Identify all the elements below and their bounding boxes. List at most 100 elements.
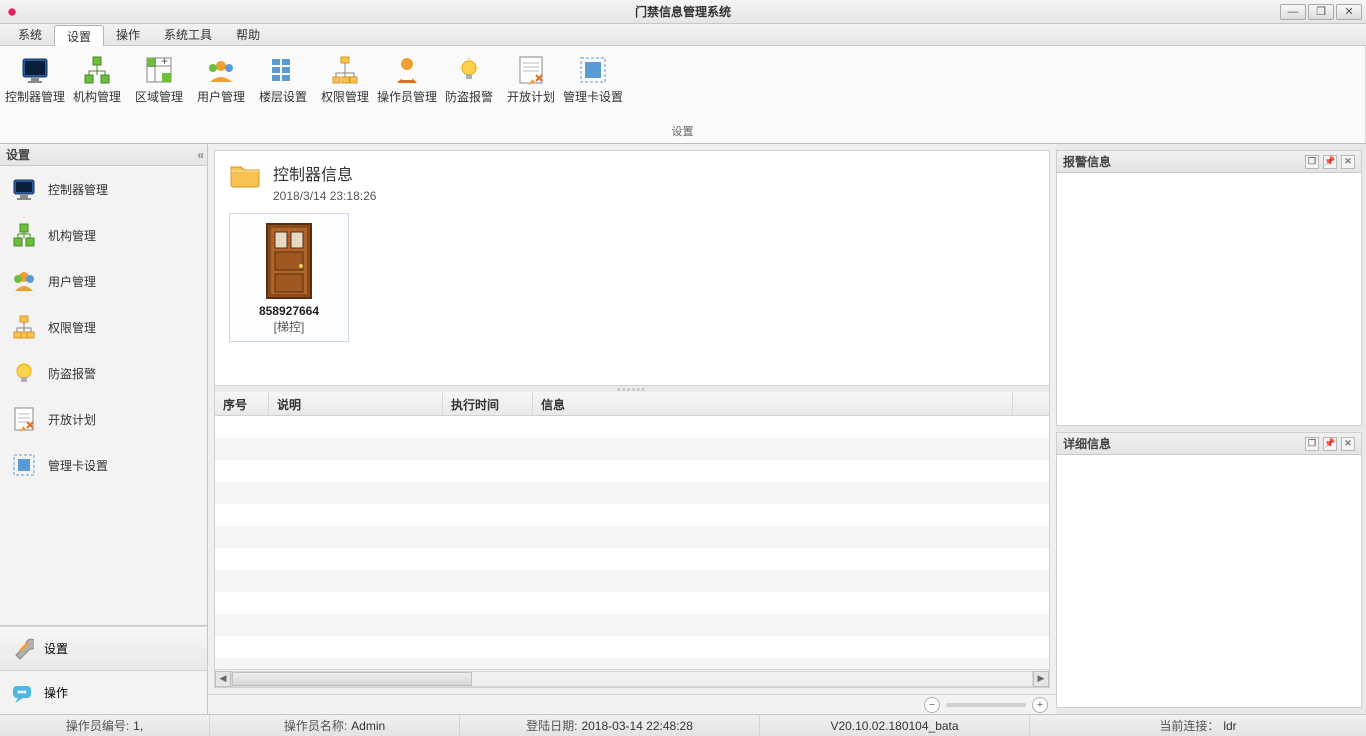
window-title: 门禁信息管理系统 (635, 3, 731, 20)
orgchart-icon (329, 54, 361, 86)
maximize-button[interactable]: ❐ (1308, 4, 1334, 20)
sidebar-item-机构管理[interactable]: 机构管理 (0, 212, 207, 258)
ribbon-权限管理[interactable]: 权限管理 (314, 48, 376, 119)
connection-label: 当前连接： (1159, 717, 1219, 734)
ribbon-group-title: 设置 (0, 121, 1365, 143)
horizontal-scrollbar[interactable]: ◀ ▶ (215, 669, 1049, 687)
minimize-button[interactable]: — (1280, 4, 1306, 20)
ribbon-机构管理[interactable]: 机构管理 (66, 48, 128, 119)
device-id: 858927664 (259, 304, 319, 318)
alarm-panel-title: 报警信息 (1063, 153, 1111, 170)
wrench-icon (10, 637, 34, 661)
ribbon-用户管理[interactable]: 用户管理 (190, 48, 252, 119)
menu-系统[interactable]: 系统 (6, 24, 54, 45)
log-col-说明[interactable]: 说明 (269, 392, 443, 415)
sidebar-item-管理卡设置[interactable]: 管理卡设置 (0, 442, 207, 488)
close-button[interactable]: ✕ (1336, 4, 1362, 20)
device-type: [梯控] (274, 318, 305, 335)
sidebar: 设置 « 控制器管理机构管理用户管理权限管理防盗报警开放计划管理卡设置 设置操作 (0, 144, 208, 714)
menu-设置[interactable]: 设置 (54, 25, 104, 46)
sidebar-navlist: 控制器管理机构管理用户管理权限管理防盗报警开放计划管理卡设置 (0, 166, 207, 625)
menu-操作[interactable]: 操作 (104, 24, 152, 45)
users-icon (10, 267, 38, 295)
titlebar: 门禁信息管理系统 — ❐ ✕ (0, 0, 1366, 24)
scroll-left-button[interactable]: ◀ (215, 671, 231, 687)
users-icon (205, 54, 237, 86)
panel-close-button[interactable]: ✕ (1341, 437, 1355, 451)
sidebar-tab-设置[interactable]: 设置 (0, 626, 207, 670)
zoom-in-button[interactable]: + (1032, 697, 1048, 713)
ribbon-管理卡设置[interactable]: 管理卡设置 (562, 48, 624, 119)
ribbon-区域管理[interactable]: +区域管理 (128, 48, 190, 119)
tree-green-icon (81, 54, 113, 86)
zoom-out-button[interactable]: − (924, 697, 940, 713)
operator-icon (391, 54, 423, 86)
operator-name-label: 操作员名称: (284, 717, 347, 734)
alarm-panel-body (1057, 173, 1361, 425)
panel-window-button[interactable]: ❐ (1305, 155, 1319, 169)
content-title: 控制器信息 (273, 161, 376, 185)
log-col-执行时间[interactable]: 执行时间 (443, 392, 533, 415)
operator-id-label: 操作员编号: (66, 717, 129, 734)
sidebar-item-防盗报警[interactable]: 防盗报警 (0, 350, 207, 396)
sidebar-item-权限管理[interactable]: 权限管理 (0, 304, 207, 350)
connection-value: ldr (1223, 719, 1236, 733)
door-icon (261, 222, 317, 300)
ribbon-楼层设置[interactable]: 楼层设置 (252, 48, 314, 119)
card-icon (577, 54, 609, 86)
tree-green-icon (10, 221, 38, 249)
device-item[interactable]: 858927664 [梯控] (229, 213, 349, 342)
statusbar: 操作员编号: 1, 操作员名称: Admin 登陆日期: 2018-03-14 … (0, 714, 1366, 736)
alarm-panel: 报警信息 ❐ 📌 ✕ (1056, 150, 1362, 426)
controller-info-panel: 控制器信息 2018/3/14 23:18:26 858927664 [梯控] (215, 151, 1049, 386)
scroll-thumb[interactable] (232, 672, 472, 686)
ribbon-控制器管理[interactable]: 控制器管理 (4, 48, 66, 119)
panel-window-button[interactable]: ❐ (1305, 437, 1319, 451)
sidebar-item-控制器管理[interactable]: 控制器管理 (0, 166, 207, 212)
panel-close-button[interactable]: ✕ (1341, 155, 1355, 169)
area-icon: + (143, 54, 175, 86)
bulb-icon (10, 359, 38, 387)
content-timestamp: 2018/3/14 23:18:26 (273, 189, 376, 203)
zoom-slider[interactable] (946, 703, 1026, 707)
log-col-信息[interactable]: 信息 (533, 392, 1013, 415)
sidebar-item-用户管理[interactable]: 用户管理 (0, 258, 207, 304)
log-col-序号[interactable]: 序号 (215, 392, 269, 415)
ribbon-操作员管理[interactable]: 操作员管理 (376, 48, 438, 119)
login-date-value: 2018-03-14 22:48:28 (581, 719, 692, 733)
version-value: V20.10.02.180104_bata (830, 719, 958, 733)
bulb-icon (453, 54, 485, 86)
log-body[interactable] (215, 416, 1049, 669)
plan-icon (515, 54, 547, 86)
ribbon: 控制器管理机构管理+区域管理用户管理楼层设置权限管理操作员管理防盗报警开放计划管… (0, 46, 1366, 144)
monitor-icon (19, 54, 51, 86)
sidebar-header: 设置 « (0, 144, 207, 166)
ribbon-开放计划[interactable]: 开放计划 (500, 48, 562, 119)
menubar: 系统设置操作系统工具帮助 (0, 24, 1366, 46)
ribbon-防盗报警[interactable]: 防盗报警 (438, 48, 500, 119)
menu-系统工具[interactable]: 系统工具 (152, 24, 224, 45)
zoom-bar: − + (208, 694, 1056, 714)
detail-panel: 详细信息 ❐ 📌 ✕ (1056, 432, 1362, 708)
panel-pin-button[interactable]: 📌 (1323, 155, 1337, 169)
menu-帮助[interactable]: 帮助 (224, 24, 272, 45)
sidebar-title: 设置 (6, 146, 30, 163)
sidebar-item-开放计划[interactable]: 开放计划 (0, 396, 207, 442)
panel-pin-button[interactable]: 📌 (1323, 437, 1337, 451)
operator-id-value: 1, (133, 719, 143, 733)
plan-icon (10, 405, 38, 433)
login-date-label: 登陆日期: (526, 717, 577, 734)
chat-icon (10, 681, 34, 705)
log-table: 序号说明执行时间信息 ◀ ▶ (215, 392, 1049, 687)
app-logo-icon (4, 4, 20, 20)
sidebar-tab-操作[interactable]: 操作 (0, 670, 207, 714)
scroll-right-button[interactable]: ▶ (1033, 671, 1049, 687)
operator-name-value: Admin (351, 719, 385, 733)
center-area: 控制器信息 2018/3/14 23:18:26 858927664 [梯控] … (208, 144, 1056, 714)
collapse-sidebar-button[interactable]: « (197, 148, 201, 162)
svg-text:+: + (161, 55, 168, 68)
detail-panel-title: 详细信息 (1063, 435, 1111, 452)
floors-icon (267, 54, 299, 86)
detail-panel-body (1057, 455, 1361, 707)
sidebar-tabs: 设置操作 (0, 625, 207, 714)
